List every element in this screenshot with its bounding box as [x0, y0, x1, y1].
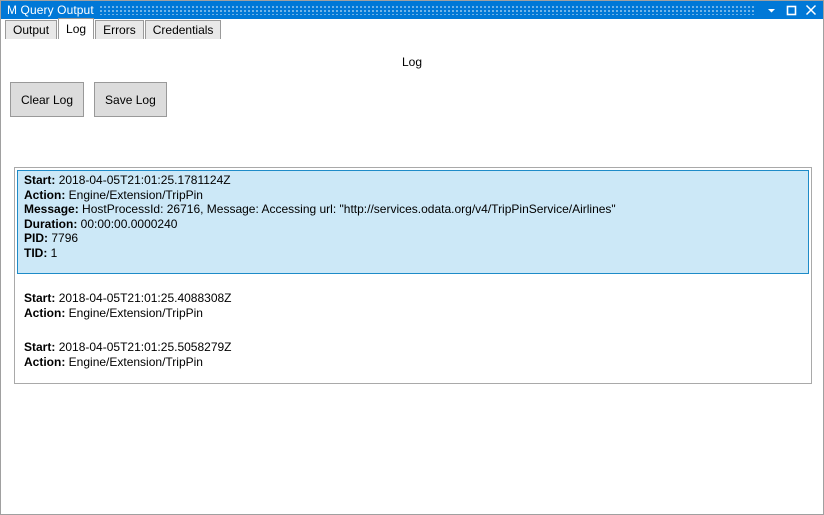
clear-log-button[interactable]: Clear Log: [10, 82, 85, 117]
maximize-icon[interactable]: [781, 1, 801, 19]
log-tab-panel: Log Clear Log Save Log Start: 2018-04-05…: [1, 39, 823, 514]
log-field-value: 00:00:00.0000240: [80, 216, 178, 231]
page-title: Log: [401, 55, 423, 69]
list-item[interactable]: Start: 2018-04-05T21:01:25.4088308Z Acti…: [17, 288, 809, 323]
log-field-label: TID:: [24, 245, 48, 260]
log-toolbar: Clear Log Save Log: [10, 82, 177, 117]
log-field-label: Action:: [24, 354, 66, 369]
log-field: Start: 2018-04-05T21:01:25.1781124Z: [24, 173, 804, 188]
log-field-value: 2018-04-05T21:01:25.4088308Z: [58, 291, 232, 305]
list-item[interactable]: Start: 2018-04-05T21:01:25.1781124Z Acti…: [17, 170, 809, 274]
save-log-button[interactable]: Save Log: [94, 82, 167, 117]
list-item[interactable]: Start: 2018-04-05T21:01:25.5058279Z Acti…: [17, 337, 809, 372]
title-bar[interactable]: M Query Output: [1, 1, 823, 19]
log-field-value: 1: [50, 245, 58, 260]
window-title: M Query Output: [7, 3, 94, 17]
log-field-value: Engine/Extension/TripPin: [68, 305, 203, 320]
log-field-label: Message:: [24, 202, 79, 216]
title-bar-grip: [99, 5, 755, 15]
log-field-label: Action:: [24, 305, 66, 320]
log-field-value: Engine/Extension/TripPin: [68, 187, 203, 202]
log-field: TID: 1: [24, 246, 804, 261]
tab-credentials[interactable]: Credentials: [144, 20, 222, 39]
log-field: Action: Engine/Extension/TripPin: [24, 188, 804, 203]
log-list[interactable]: Start: 2018-04-05T21:01:25.1781124Z Acti…: [14, 167, 812, 384]
log-field-label: Duration:: [24, 216, 78, 231]
log-field-label: Start:: [24, 340, 56, 354]
minimize-icon[interactable]: [761, 1, 781, 19]
window-controls: [761, 1, 823, 19]
log-field-label: Start:: [24, 173, 56, 187]
tab-errors[interactable]: Errors: [95, 20, 144, 39]
m-query-output-window: M Query Output Output Log Errors Credent…: [0, 0, 824, 515]
tab-strip: Output Log Errors Credentials: [1, 18, 823, 39]
log-field: Message: HostProcessId: 26716, Message: …: [24, 202, 804, 217]
log-field-value: 7796: [51, 231, 79, 245]
log-field-label: PID:: [24, 231, 48, 245]
log-field-label: Start:: [24, 291, 56, 305]
log-field: Action: Engine/Extension/TripPin: [24, 355, 804, 370]
log-field: Action: Engine/Extension/TripPin: [24, 306, 804, 321]
log-field-value: HostProcessId: 26716, Message: Accessing…: [82, 202, 616, 216]
log-field: Start: 2018-04-05T21:01:25.5058279Z: [24, 340, 804, 355]
log-field-value: 2018-04-05T21:01:25.5058279Z: [58, 340, 232, 354]
log-field: Start: 2018-04-05T21:01:25.4088308Z: [24, 291, 804, 306]
log-field: PID: 7796: [24, 231, 804, 246]
close-icon[interactable]: [801, 1, 821, 19]
log-field-value: Engine/Extension/TripPin: [68, 354, 203, 369]
tab-log[interactable]: Log: [58, 18, 95, 39]
log-field-value: 2018-04-05T21:01:25.1781124Z: [58, 173, 231, 187]
log-field-label: Action:: [24, 187, 66, 202]
log-field: Duration: 00:00:00.0000240: [24, 217, 804, 232]
tab-output[interactable]: Output: [5, 20, 58, 39]
